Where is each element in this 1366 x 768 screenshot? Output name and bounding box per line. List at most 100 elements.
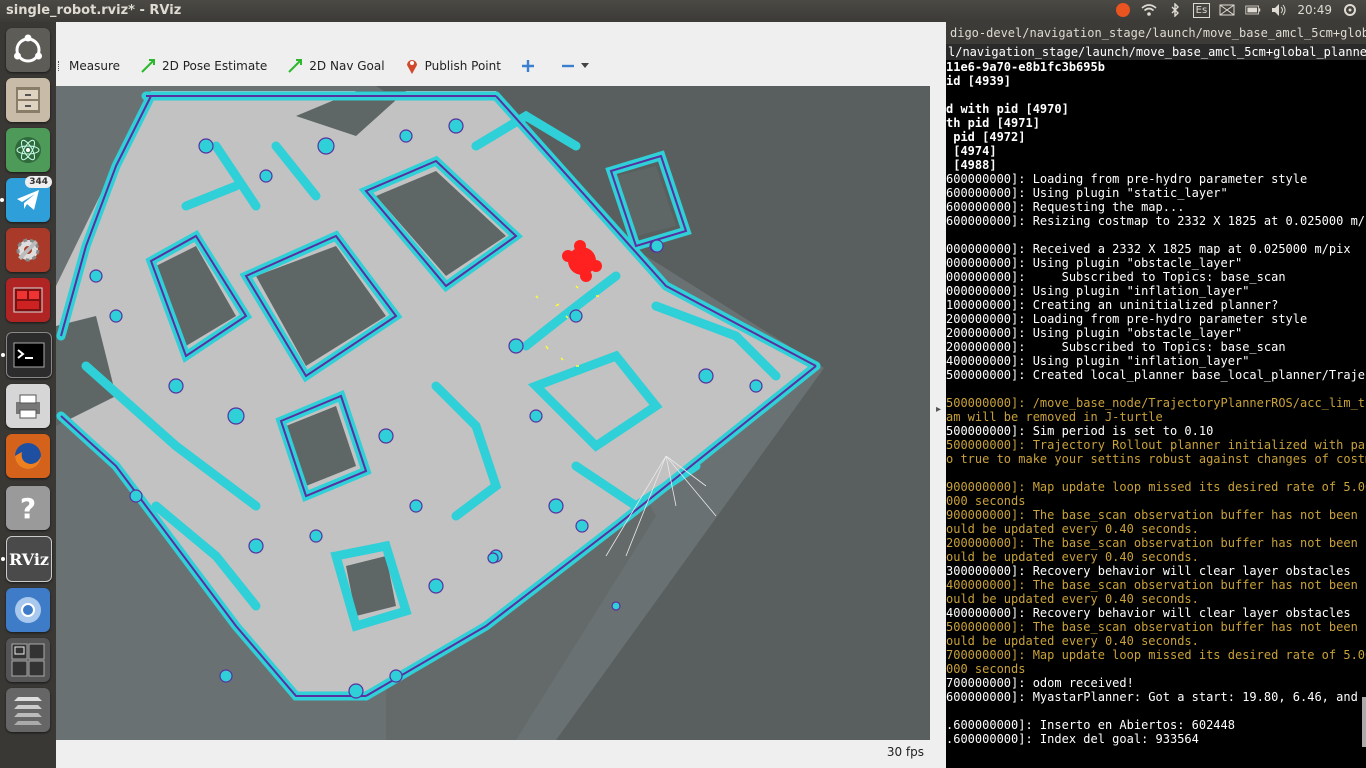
minus-icon <box>561 64 574 68</box>
remove-tool-button[interactable] <box>545 51 599 81</box>
telegram-launcher[interactable]: 344 <box>0 176 52 222</box>
system-monitor-launcher[interactable] <box>6 278 50 322</box>
terminal-line: 000000000]: Using plugin "obstacle_layer… <box>946 256 1243 270</box>
terminal-scrollbar[interactable] <box>1362 697 1366 747</box>
terminal-line: 700000000]: odom received! <box>946 676 1134 690</box>
terminal-line: 000 seconds <box>946 494 1026 508</box>
publish-point-tool[interactable]: Publish Point <box>395 51 511 81</box>
terminal-line: pid [4972] <box>946 130 1026 144</box>
terminal-path-line: l/navigation_stage/launch/move_base_amcl… <box>946 44 1366 60</box>
terminal-line: 000000000]: Subscribed to Topics: base_s… <box>946 270 1286 284</box>
stacked-windows-launcher[interactable] <box>6 688 50 732</box>
clock[interactable]: 20:49 <box>1297 3 1332 17</box>
stacked-layers-icon <box>14 697 42 725</box>
files-launcher[interactable] <box>6 78 50 122</box>
terminal-line: 200000000]: Using plugin "obstacle_layer… <box>946 326 1243 340</box>
pose-estimate-tool[interactable]: 2D Pose Estimate <box>130 51 277 81</box>
monitor-panel-icon <box>13 287 43 313</box>
green-arrow-icon <box>288 59 303 73</box>
bluetooth-icon[interactable] <box>1167 2 1183 18</box>
terminal-line: 600000000]: Resizing costmap to 2332 X 1… <box>946 214 1366 228</box>
terminal-line: ould be updated every 0.40 seconds. <box>946 550 1199 564</box>
wifi-icon[interactable] <box>1141 2 1157 18</box>
terminal-line: 500000000]: Sim period is set to 0.10 <box>946 424 1214 438</box>
help-launcher[interactable]: ? <box>6 486 50 530</box>
measure-icon <box>58 61 63 71</box>
terminal-output: 11e6-9a70-e8b1fc3b695b id [4939] d with pi… <box>946 60 1366 746</box>
costmap-display[interactable] <box>56 86 930 740</box>
system-tray: Es 20:49 <box>1115 2 1358 18</box>
nav-goal-label: 2D Nav Goal <box>309 59 385 73</box>
nav-goal-tool[interactable]: 2D Nav Goal <box>277 51 394 81</box>
measure-tool[interactable]: Measure <box>56 51 130 81</box>
power-gear-icon[interactable] <box>1342 2 1358 18</box>
system-settings-launcher[interactable] <box>6 228 50 272</box>
terminal-line: [4974] <box>946 144 997 158</box>
terminal-launcher[interactable] <box>1 332 52 378</box>
terminal-line: 000 seconds <box>946 662 1026 676</box>
terminal-line: 200000000]: The base_scan observation bu… <box>946 536 1366 550</box>
workspaces-grid-icon <box>11 643 45 677</box>
printer-launcher[interactable] <box>6 384 50 428</box>
firefox-icon <box>15 443 41 469</box>
terminal-line: 500000000]: Trajectory Rollout planner i… <box>946 438 1366 452</box>
atom-launcher[interactable] <box>6 128 50 172</box>
terminal-line: th pid [4971] <box>946 116 1040 130</box>
terminal-line: ould be updated every 0.40 seconds. <box>946 634 1199 648</box>
terminal-line: 700000000]: Map update loop missed its d… <box>946 648 1366 662</box>
terminal-line: 900000000]: The base_scan observation bu… <box>946 508 1366 522</box>
terminal-line: id [4939] <box>946 74 1012 88</box>
chromium-launcher[interactable] <box>6 588 50 632</box>
terminal-line: 000000000]: Received a 2332 X 1825 map a… <box>946 242 1351 256</box>
terminal-line: am will be removed in J-turtle <box>946 410 1163 424</box>
volume-icon[interactable] <box>1271 2 1287 18</box>
rviz-launcher[interactable]: RViz <box>1 536 52 582</box>
firefox-launcher[interactable] <box>6 434 50 478</box>
rviz-window: Measure 2D Pose Estimate 2D Nav Goal Pub… <box>56 22 947 768</box>
keyboard-layout-indicator[interactable]: Es <box>1192 2 1211 18</box>
battery-icon[interactable] <box>1245 2 1261 18</box>
terminal-prompt-icon <box>13 342 45 368</box>
question-mark-icon: ? <box>19 491 37 525</box>
window-title: single_robot.rviz* - RViz <box>6 3 182 18</box>
terminal-line: ould be updated every 0.40 seconds. <box>946 522 1199 536</box>
terminal-line: ould be updated every 0.40 seconds. <box>946 592 1199 606</box>
status-bar: 30 fps <box>56 740 946 768</box>
add-tool-button[interactable] <box>511 51 545 81</box>
rviz-logo-label: RViz <box>8 549 50 569</box>
workspace-switcher-launcher[interactable] <box>6 638 50 682</box>
terminal-window[interactable]: digo-devel/navigation_stage/launch/move_… <box>946 22 1366 768</box>
map-pin-icon <box>406 60 417 74</box>
terminal-line: 500000000]: Created local_planner base_l… <box>946 368 1366 382</box>
fps-counter: 30 fps <box>886 745 924 759</box>
terminal-line: 400000000]: Using plugin "inflation_laye… <box>946 354 1250 368</box>
3d-viewport[interactable] <box>56 86 930 740</box>
update-notifier-icon[interactable] <box>1115 2 1131 18</box>
ubuntu-logo-icon <box>14 34 42 63</box>
telegram-plane-icon <box>17 190 39 210</box>
terminal-line: 600000000]: MyastarPlanner: Got a start:… <box>946 690 1366 704</box>
terminal-line: 100000000]: Creating an uninitialized pl… <box>946 298 1279 312</box>
terminal-line: [4988] <box>946 158 997 172</box>
top-panel: single_robot.rviz* - RViz Es 20:49 <box>0 0 1366 22</box>
mail-icon[interactable] <box>1219 2 1235 18</box>
terminal-title: digo-devel/navigation_stage/launch/move_… <box>946 22 1366 44</box>
panel-splitter[interactable]: ▸ <box>932 86 946 740</box>
terminal-line: 900000000]: Map update loop missed its d… <box>946 480 1366 494</box>
ubuntu-dash-button[interactable] <box>6 28 50 72</box>
terminal-line: .600000000]: Index del goal: 933564 <box>946 732 1199 746</box>
terminal-line: 500000000]: /move_base_node/TrajectoryPl… <box>946 396 1366 410</box>
file-cabinet-icon <box>16 87 40 113</box>
settings-gear-wrench-icon <box>16 238 40 262</box>
terminal-line: 400000000]: Recovery behavior will clear… <box>946 606 1351 620</box>
plus-icon <box>521 60 534 72</box>
terminal-line: 500000000]: The base_scan observation bu… <box>946 620 1366 634</box>
telegram-unread-badge: 344 <box>25 176 52 188</box>
terminal-line: 600000000]: Requesting the map... <box>946 200 1185 214</box>
terminal-line: 600000000]: Using plugin "static_layer" <box>946 186 1228 200</box>
